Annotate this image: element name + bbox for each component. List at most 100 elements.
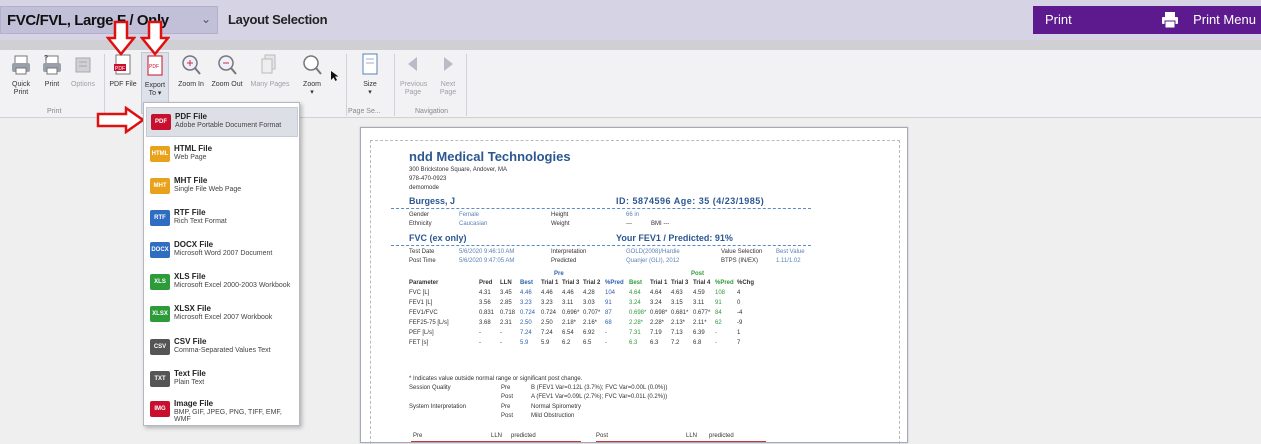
pre-header: Pre: [554, 271, 564, 277]
menu-item-desc: Adobe Portable Document Format: [175, 122, 282, 129]
sq-post-label: Post: [501, 394, 514, 400]
table-cell: 3.11: [693, 300, 705, 306]
previous-page-button[interactable]: Previous Page: [400, 52, 428, 97]
print-menu-button[interactable]: Print Menu: [1188, 6, 1261, 34]
table-cell: 0.724: [520, 310, 536, 316]
table-cell: 3.45: [500, 290, 512, 296]
zoom-in-icon: [182, 55, 201, 75]
size-label-2: ▾: [368, 89, 372, 96]
group-page-setup-label[interactable]: Page Se...: [348, 108, 381, 115]
mouse-cursor-icon: [331, 71, 339, 81]
table-cell: 4.28: [583, 290, 595, 296]
group-print-label: Print: [47, 108, 62, 115]
predicted-label: Predicted: [551, 258, 577, 264]
table-cell: 6.3: [650, 340, 659, 346]
table-cell: 6.8: [693, 340, 702, 346]
table-cell: 6.54: [562, 330, 574, 336]
menu-item-desc: Web Page: [174, 154, 207, 161]
table-cell: 4.64: [650, 290, 662, 296]
table-cell: FEV1/FVC: [409, 310, 438, 316]
table-cell: 7.13: [671, 330, 683, 336]
next-page-button[interactable]: Next Page: [436, 52, 460, 97]
print-button[interactable]: Print: [1033, 6, 1156, 34]
chevron-down-icon[interactable]: ⌄: [201, 12, 211, 26]
table-cell: 4: [737, 290, 741, 296]
graph-lln-label: LLN: [491, 433, 503, 439]
graph-pre-label: Pre: [413, 433, 423, 439]
table-cell: 0.707*: [583, 310, 601, 316]
table-header-cell: %Pred: [605, 280, 624, 286]
printer-icon[interactable]: [1152, 6, 1188, 34]
options-button[interactable]: Options: [70, 52, 96, 89]
mht-icon: MHT: [150, 178, 170, 194]
pdf-file-button[interactable]: PDF PDF File: [108, 52, 138, 89]
table-cell: PEF [L/s]: [409, 330, 434, 336]
table-cell: 7.19: [650, 330, 662, 336]
test-title: FVC (ex only): [409, 233, 467, 243]
table-cell: -9: [737, 320, 743, 326]
html-icon: HTML: [150, 146, 170, 162]
table-cell: 0.698*: [650, 310, 668, 316]
table-cell: 3.68: [479, 320, 491, 326]
table-cell: 0: [737, 300, 741, 306]
menu-item-xls-file[interactable]: XLS XLS File Microsoft Excel 2000-2003 W…: [146, 268, 298, 298]
document-preview[interactable]: ndd Medical Technologies 300 Brickstone …: [360, 127, 908, 444]
session-quality-pre: B (FEV1 Var=0.12L (3.7%); FVC Var=0.00L …: [531, 385, 668, 391]
menu-item-title: DOCX File: [174, 240, 214, 249]
svg-text:PDF: PDF: [149, 64, 159, 70]
print-ribbon-button[interactable]: ? Print: [40, 52, 64, 89]
table-cell: 4.46: [541, 290, 553, 296]
table-cell: -4: [737, 310, 743, 316]
menu-item-rtf-file[interactable]: RTF RTF File Rich Text Format: [146, 204, 298, 234]
table-cell: -: [479, 340, 481, 346]
table-cell: 3.24: [650, 300, 662, 306]
quick-print-button[interactable]: Quick Print: [9, 52, 33, 97]
menu-item-csv-file[interactable]: CSV CSV File Comma-Separated Values Text: [146, 333, 298, 363]
table-header-cell: Pred: [479, 280, 493, 286]
ethnicity-value: Caucasian: [459, 221, 488, 227]
table-cell: 7.24: [520, 330, 532, 336]
graph-predicted-label-post: predicted: [709, 433, 734, 439]
quick-print-icon: [12, 55, 30, 75]
table-cell: 104: [605, 290, 616, 296]
svg-text:?: ?: [44, 55, 48, 62]
test-date-label: Test Date: [409, 249, 435, 255]
table-cell: 7.31: [629, 330, 641, 336]
menu-item-html-file[interactable]: HTML HTML File Web Page: [146, 140, 298, 170]
table-header-cell: Best: [520, 280, 534, 286]
rtf-icon: RTF: [150, 210, 170, 226]
menu-item-text-file[interactable]: TXT Text File Plain Text: [146, 365, 298, 395]
zoom-in-button[interactable]: Zoom In: [176, 52, 206, 89]
bmi-value: BMI ---: [651, 221, 670, 227]
table-cell: 7: [737, 340, 741, 346]
export-to-label-1: Export: [144, 82, 166, 89]
sq-pre-label: Pre: [501, 385, 511, 391]
size-button[interactable]: Size ▾: [358, 52, 382, 97]
xlsx-icon: XLSX: [150, 306, 170, 322]
menu-item-title: MHT File: [174, 176, 208, 185]
table-header-cell: Trial 1: [541, 280, 559, 286]
si-pre-label: Pre: [501, 404, 511, 410]
menu-item-mht-file[interactable]: MHT MHT File Single File Web Page: [146, 172, 298, 202]
zoom-button[interactable]: Zoom ▾: [298, 52, 326, 97]
table-cell: 4.59: [693, 290, 705, 296]
system-interp-post: Mild Obstruction: [531, 413, 575, 419]
interpretation-label: Interpretation: [551, 249, 587, 255]
zoom-out-button[interactable]: Zoom Out: [210, 52, 244, 89]
many-pages-button[interactable]: Many Pages: [250, 52, 290, 89]
menu-item-image-file[interactable]: IMG Image File BMP, GIF, JPEG, PNG, TIFF…: [146, 395, 298, 425]
menu-item-pdf-file[interactable]: PDF PDF File Adobe Portable Document For…: [146, 107, 298, 137]
docx-icon: DOCX: [150, 242, 170, 258]
quick-print-label-2: Print: [13, 89, 29, 96]
table-cell: 6.92: [583, 330, 595, 336]
previous-page-label-1: Previous: [400, 81, 428, 88]
menu-item-docx-file[interactable]: DOCX DOCX File Microsoft Word 2007 Docum…: [146, 236, 298, 266]
zoom-label-2: ▾: [310, 89, 314, 96]
company-address: 300 Brickstone Square, Andover, MA: [409, 167, 508, 173]
table-cell: 2.28*: [629, 320, 644, 326]
table-cell: 2.18*: [562, 320, 577, 326]
menu-item-desc: Comma-Separated Values Text: [174, 347, 271, 354]
table-cell: 3.23: [541, 300, 553, 306]
menu-item-xlsx-file[interactable]: XLSX XLSX File Microsoft Excel 2007 Work…: [146, 300, 298, 330]
menu-item-title: XLSX File: [174, 304, 211, 313]
